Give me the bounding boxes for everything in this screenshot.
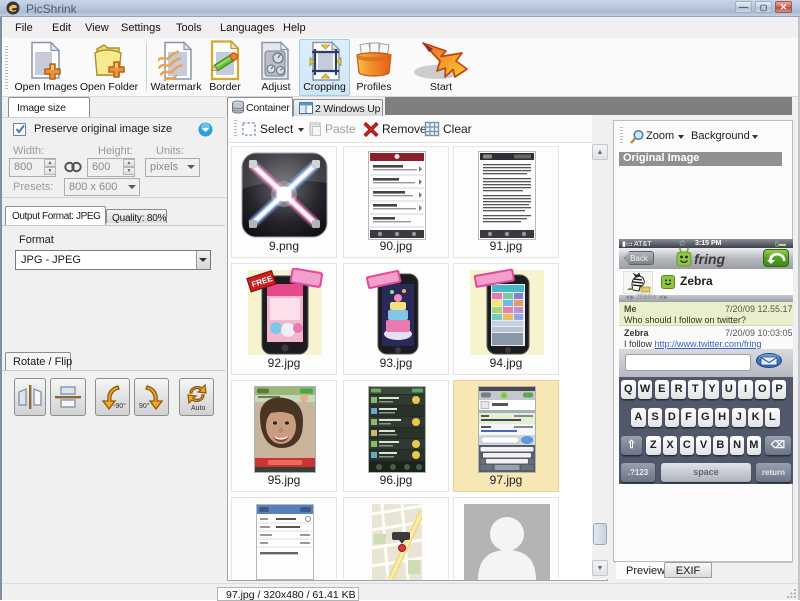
svg-text:fring: fring [694,251,726,267]
svg-text:-90°: -90° [113,402,126,410]
svg-text:90°: 90° [139,402,150,410]
svg-text:Auto: Auto [191,405,206,411]
